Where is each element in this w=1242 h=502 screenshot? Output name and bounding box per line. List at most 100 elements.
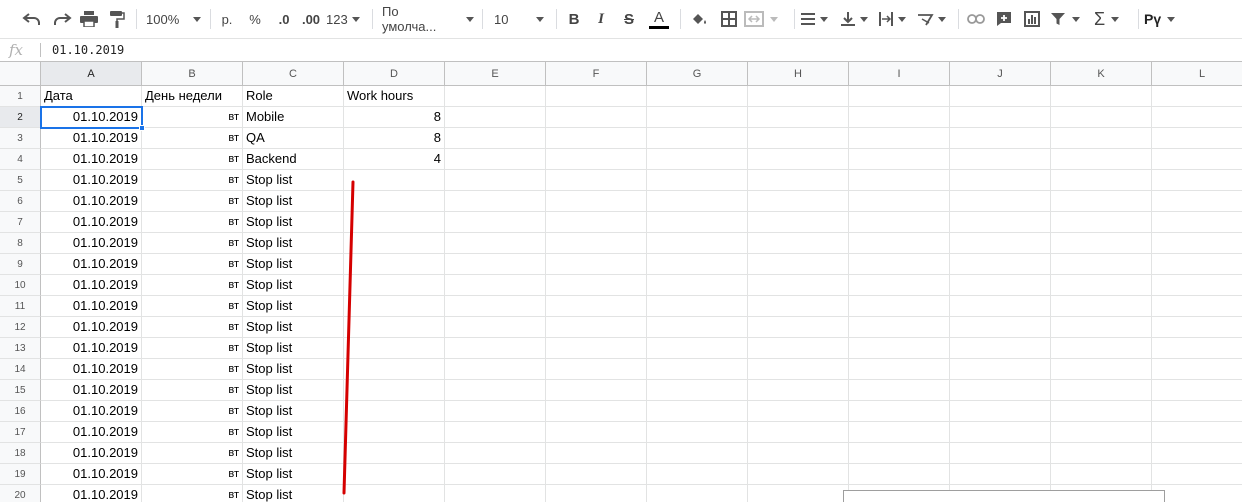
cell-f16[interactable]	[546, 401, 647, 422]
cell-a18[interactable]: 01.10.2019	[41, 443, 142, 464]
cell-l17[interactable]	[1152, 422, 1242, 443]
cell-b4[interactable]: вт	[142, 149, 243, 170]
cell-i1[interactable]	[849, 86, 950, 107]
row-header[interactable]: 1	[0, 86, 41, 107]
cell-j6[interactable]	[950, 191, 1051, 212]
row-header[interactable]: 5	[0, 170, 41, 191]
cell-b13[interactable]: вт	[142, 338, 243, 359]
cell-l13[interactable]	[1152, 338, 1242, 359]
cell-d14[interactable]	[344, 359, 445, 380]
borders-icon[interactable]	[718, 6, 740, 32]
fill-handle[interactable]	[139, 125, 145, 131]
decrease-decimal-button[interactable]: .0	[270, 6, 298, 32]
text-rotation-icon[interactable]	[916, 6, 952, 32]
cell-d19[interactable]	[344, 464, 445, 485]
cell-j1[interactable]	[950, 86, 1051, 107]
cell-k15[interactable]	[1051, 380, 1152, 401]
row-header[interactable]: 6	[0, 191, 41, 212]
cell-d8[interactable]	[344, 233, 445, 254]
cell-f18[interactable]	[546, 443, 647, 464]
cell-e6[interactable]	[445, 191, 546, 212]
text-color-icon[interactable]: A	[646, 6, 672, 32]
cell-d5[interactable]	[344, 170, 445, 191]
cell-f1[interactable]	[546, 86, 647, 107]
cell-a15[interactable]: 01.10.2019	[41, 380, 142, 401]
select-all-corner[interactable]	[0, 62, 41, 86]
cell-j13[interactable]	[950, 338, 1051, 359]
cell-e15[interactable]	[445, 380, 546, 401]
cell-g2[interactable]	[647, 107, 748, 128]
cell-d1[interactable]: Work hours	[344, 86, 445, 107]
cell-l7[interactable]	[1152, 212, 1242, 233]
column-header-l[interactable]: L	[1152, 62, 1242, 86]
cell-j4[interactable]	[950, 149, 1051, 170]
cell-l16[interactable]	[1152, 401, 1242, 422]
cell-b3[interactable]: вт	[142, 128, 243, 149]
functions-icon[interactable]: Σ	[1094, 6, 1130, 32]
cell-c11[interactable]: Stop list	[243, 296, 344, 317]
cell-f10[interactable]	[546, 275, 647, 296]
cell-f4[interactable]	[546, 149, 647, 170]
cell-a14[interactable]: 01.10.2019	[41, 359, 142, 380]
cell-f7[interactable]	[546, 212, 647, 233]
cell-c14[interactable]: Stop list	[243, 359, 344, 380]
cell-i14[interactable]	[849, 359, 950, 380]
cell-a13[interactable]: 01.10.2019	[41, 338, 142, 359]
row-header[interactable]: 3	[0, 128, 41, 149]
cell-i8[interactable]	[849, 233, 950, 254]
cell-k3[interactable]	[1051, 128, 1152, 149]
cell-k17[interactable]	[1051, 422, 1152, 443]
cell-j11[interactable]	[950, 296, 1051, 317]
cell-j18[interactable]	[950, 443, 1051, 464]
cell-d2[interactable]: 8	[344, 107, 445, 128]
row-header[interactable]: 20	[0, 485, 41, 502]
cell-i9[interactable]	[849, 254, 950, 275]
cell-f19[interactable]	[546, 464, 647, 485]
font-size-select[interactable]: 10	[494, 6, 550, 32]
cell-g10[interactable]	[647, 275, 748, 296]
more-formats-button[interactable]: 123	[326, 6, 366, 32]
column-header-k[interactable]: K	[1051, 62, 1152, 86]
cell-d16[interactable]	[344, 401, 445, 422]
cell-c17[interactable]: Stop list	[243, 422, 344, 443]
cell-d11[interactable]	[344, 296, 445, 317]
bold-icon[interactable]: B	[563, 6, 585, 32]
cell-k6[interactable]	[1051, 191, 1152, 212]
cell-b2[interactable]: вт	[142, 107, 243, 128]
row-header[interactable]: 7	[0, 212, 41, 233]
cell-e8[interactable]	[445, 233, 546, 254]
row-header[interactable]: 4	[0, 149, 41, 170]
row-header[interactable]: 17	[0, 422, 41, 443]
cell-f15[interactable]	[546, 380, 647, 401]
cell-a5[interactable]: 01.10.2019	[41, 170, 142, 191]
cell-b12[interactable]: вт	[142, 317, 243, 338]
cell-b5[interactable]: вт	[142, 170, 243, 191]
cell-i18[interactable]	[849, 443, 950, 464]
cell-e4[interactable]	[445, 149, 546, 170]
row-header[interactable]: 15	[0, 380, 41, 401]
cell-i15[interactable]	[849, 380, 950, 401]
cell-i19[interactable]	[849, 464, 950, 485]
cell-g17[interactable]	[647, 422, 748, 443]
cell-h20[interactable]	[748, 485, 849, 502]
cell-c6[interactable]: Stop list	[243, 191, 344, 212]
cell-d4[interactable]: 4	[344, 149, 445, 170]
cell-a8[interactable]: 01.10.2019	[41, 233, 142, 254]
cell-d9[interactable]	[344, 254, 445, 275]
cell-a9[interactable]: 01.10.2019	[41, 254, 142, 275]
cell-e14[interactable]	[445, 359, 546, 380]
cell-f14[interactable]	[546, 359, 647, 380]
cell-i17[interactable]	[849, 422, 950, 443]
cell-c19[interactable]: Stop list	[243, 464, 344, 485]
print-icon[interactable]	[76, 6, 102, 32]
cell-c7[interactable]: Stop list	[243, 212, 344, 233]
strikethrough-icon[interactable]: S	[618, 6, 640, 32]
cell-j16[interactable]	[950, 401, 1051, 422]
cell-g15[interactable]	[647, 380, 748, 401]
row-header[interactable]: 19	[0, 464, 41, 485]
cell-d13[interactable]	[344, 338, 445, 359]
cell-h7[interactable]	[748, 212, 849, 233]
cell-d10[interactable]	[344, 275, 445, 296]
cell-b14[interactable]: вт	[142, 359, 243, 380]
cell-k19[interactable]	[1051, 464, 1152, 485]
